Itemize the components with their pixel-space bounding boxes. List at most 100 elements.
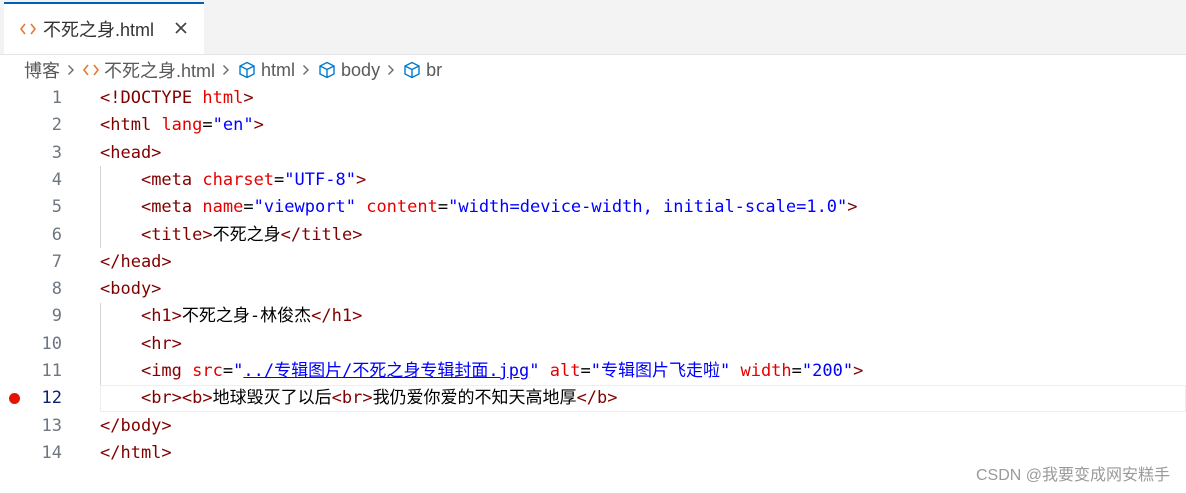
- code-token: <html: [100, 115, 152, 136]
- code-token: content: [366, 197, 438, 218]
- html-file-icon: [20, 21, 36, 37]
- line-number: 2: [51, 115, 62, 136]
- code-token: =: [222, 361, 234, 381]
- code-text: <title>不死之身</title>: [100, 222, 363, 249]
- code-token: >: [847, 197, 858, 218]
- code-token: <hr>: [140, 333, 182, 354]
- code-token: >: [853, 361, 864, 381]
- tab-active-file[interactable]: 不死之身.html: [4, 2, 204, 54]
- code-token: 不死之身-林俊杰: [181, 306, 312, 327]
- line-number: 1: [51, 88, 62, 108]
- code-text: </head>: [100, 249, 172, 276]
- code-token: <meta: [140, 197, 193, 218]
- code-token: lang: [161, 115, 203, 136]
- code-line[interactable]: 5 <meta name="viewport" content="width=d…: [0, 194, 1186, 221]
- code-token: ": [529, 361, 540, 381]
- code-token: "专辑图片飞走啦": [590, 361, 731, 381]
- code-line[interactable]: 2 <html lang="en">: [0, 112, 1186, 139]
- line-number: 8: [51, 279, 62, 300]
- code-token: =: [202, 115, 213, 136]
- code-line[interactable]: 13 </body>: [0, 413, 1186, 440]
- code-token: charset: [202, 169, 275, 190]
- code-token: <h1>: [140, 306, 182, 327]
- code-text: </body>: [100, 413, 172, 440]
- symbol-cube-icon: [238, 61, 256, 79]
- breadcrumb-file[interactable]: 不死之身.html: [83, 57, 215, 83]
- code-token: =: [274, 169, 285, 190]
- code-token: 我仍爱你爱的不知天高地厚: [372, 388, 577, 409]
- code-text: </html>: [100, 440, 172, 467]
- close-icon[interactable]: [170, 17, 192, 39]
- code-token: alt: [549, 361, 581, 381]
- html-file-icon: [83, 63, 99, 77]
- line-number: 11: [41, 361, 62, 381]
- code-token: <br>: [331, 388, 373, 409]
- code-line[interactable]: 8 <body>: [0, 276, 1186, 303]
- code-token: width: [740, 361, 792, 381]
- code-line[interactable]: 12 <br><b>地球毁灭了以后<br>我仍爱你爱的不知天高地厚</b>: [0, 385, 1186, 412]
- code-token: <!DOCTYPE: [100, 88, 193, 108]
- editor-tab-bar: 不死之身.html: [0, 0, 1186, 55]
- line-number: 7: [51, 251, 62, 272]
- code-line[interactable]: 3 <head>: [0, 140, 1186, 167]
- code-token: =: [580, 361, 591, 381]
- code-text: <hr>: [100, 331, 182, 358]
- code-token: 不死之身: [212, 224, 281, 245]
- code-token: =: [437, 197, 449, 218]
- code-text: <html lang="en">: [100, 112, 264, 139]
- code-token: ": [233, 361, 244, 381]
- code-editor[interactable]: 1 <!DOCTYPE html> 2 <html lang="en"> 3 <head>…: [0, 85, 1186, 475]
- code-token: >: [355, 169, 367, 190]
- code-token: 地球毁灭了以后: [212, 388, 332, 409]
- code-token: </title>: [280, 224, 363, 245]
- code-line[interactable]: 9 <h1>不死之身-林俊杰</h1>: [0, 303, 1186, 330]
- code-text: <h1>不死之身-林俊杰</h1>: [100, 303, 362, 330]
- code-text: <meta charset="UTF-8">: [100, 167, 366, 194]
- code-line[interactable]: 4 <meta charset="UTF-8">: [0, 167, 1186, 194]
- line-number: 4: [51, 169, 62, 190]
- code-line[interactable]: 7 </head>: [0, 249, 1186, 276]
- chevron-right-icon: [222, 64, 230, 76]
- code-line[interactable]: 1 <!DOCTYPE html>: [0, 85, 1186, 112]
- code-line[interactable]: 6 <title>不死之身</title>: [0, 222, 1186, 249]
- code-token: <head>: [100, 142, 162, 163]
- code-text: <!DOCTYPE html>: [100, 85, 254, 112]
- line-number: 3: [51, 142, 62, 163]
- code-token: <img: [140, 361, 182, 381]
- line-number: 6: [51, 224, 62, 245]
- breadcrumb-file-label: 不死之身.html: [104, 61, 216, 81]
- code-token: </b>: [576, 388, 618, 409]
- code-token: </body>: [100, 415, 172, 436]
- code-token: "width=device-width, initial-scale=1.0": [448, 197, 848, 218]
- breadcrumb-symbol-br[interactable]: br: [403, 60, 442, 81]
- code-token: >: [253, 115, 264, 136]
- chevron-right-icon: [302, 64, 310, 76]
- breadcrumb-symbol-html[interactable]: html: [238, 60, 295, 81]
- code-token: </head>: [100, 251, 172, 272]
- breadcrumb-folder[interactable]: 博客: [24, 57, 60, 83]
- breadcrumb-symbol-label: body: [341, 59, 381, 80]
- code-line[interactable]: 11 <img src="../专辑图片/不死之身专辑封面.jpg" alt="…: [0, 358, 1186, 385]
- line-number: 10: [41, 333, 62, 354]
- code-token: <br><b>: [140, 388, 213, 409]
- line-number: 14: [41, 442, 62, 463]
- line-number: 9: [51, 306, 62, 327]
- watermark: CSDN @我要变成网安糕手: [975, 467, 1170, 484]
- code-token: <body>: [100, 279, 162, 300]
- breadcrumb-symbol-body[interactable]: body: [318, 60, 380, 81]
- code-token: ../专辑图片/不死之身专辑封面.jpg: [243, 361, 530, 381]
- breadcrumb-symbol-label: html: [261, 59, 296, 80]
- breadcrumb: 博客 不死之身.html html body br: [24, 56, 442, 84]
- code-text: <br><b>地球毁灭了以后<br>我仍爱你爱的不知天高地厚</b>: [100, 385, 618, 412]
- code-text: <head>: [100, 140, 161, 167]
- code-line[interactable]: 10 <hr>: [0, 331, 1186, 358]
